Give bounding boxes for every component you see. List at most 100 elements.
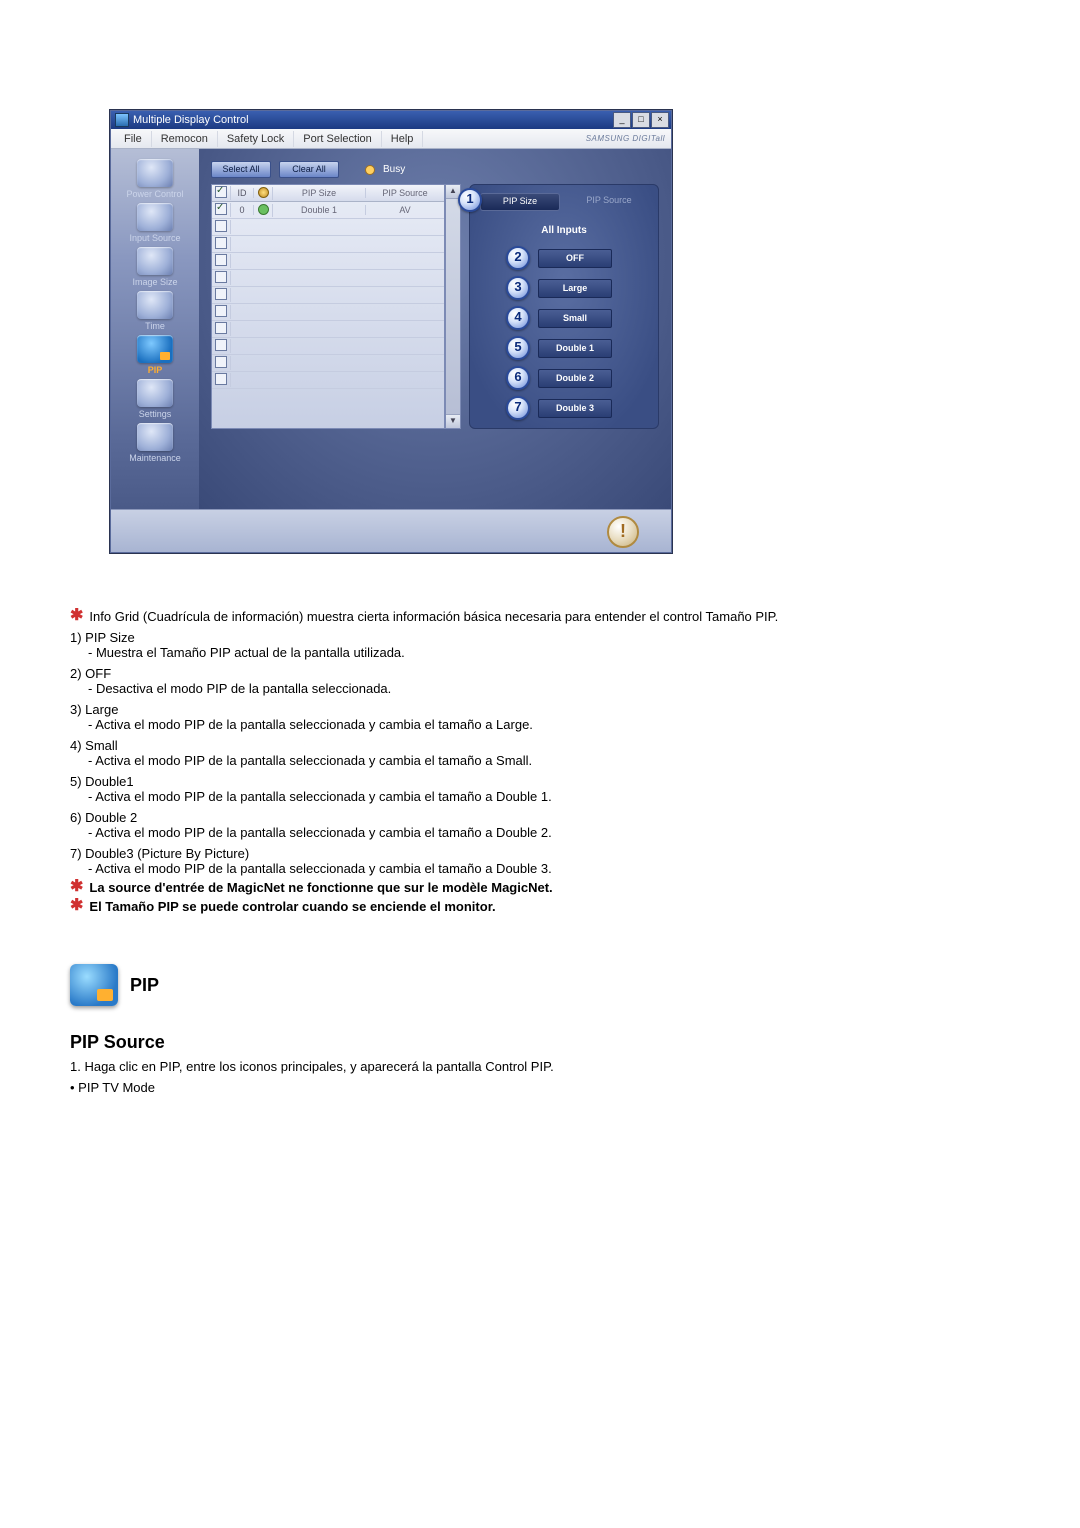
select-all-checkbox[interactable] — [215, 186, 227, 198]
row-checkbox[interactable] — [215, 220, 227, 232]
documentation: ✱ Info Grid (Cuadrícula de información) … — [70, 609, 1010, 1095]
app-window: Multiple Display Control _ □ × File Remo… — [110, 110, 672, 553]
callout-2: 2 — [506, 246, 530, 270]
callout-3: 3 — [506, 276, 530, 300]
callout-6: 6 — [506, 366, 530, 390]
tab-pip-size[interactable]: PIP Size — [480, 193, 560, 211]
sidebar-item-label: Settings — [111, 409, 199, 419]
row-checkbox[interactable] — [215, 322, 227, 334]
row-checkbox[interactable] — [215, 237, 227, 249]
time-icon — [137, 291, 173, 319]
sidebar-item-image-size[interactable]: Image Size — [111, 247, 199, 287]
close-button[interactable]: × — [651, 112, 669, 128]
doc-item-1: 1) PIP Size - Muestra el Tamaño PIP actu… — [70, 630, 1010, 660]
row-checkbox[interactable] — [215, 203, 227, 215]
row-checkbox[interactable] — [215, 373, 227, 385]
off-button[interactable]: OFF — [538, 249, 612, 268]
small-button[interactable]: Small — [538, 309, 612, 328]
grid-row[interactable] — [212, 355, 444, 372]
row-checkbox[interactable] — [215, 271, 227, 283]
doc-item-3: 3) Large - Activa el modo PIP de la pant… — [70, 702, 1010, 732]
sidebar-item-maintenance[interactable]: Maintenance — [111, 423, 199, 463]
star-icon: ✱ — [70, 609, 83, 624]
subheading-pip-source: PIP Source — [70, 1032, 1010, 1053]
sidebar-item-label: Input Source — [111, 233, 199, 243]
tab-pip-source[interactable]: PIP Source — [570, 193, 648, 209]
star-icon: ✱ — [70, 899, 83, 914]
grid-scrollbar[interactable]: ▲ ▼ — [445, 184, 461, 429]
info-grid: ID PIP Size PIP Source 0 Double 1 AV — [211, 184, 445, 429]
callout-7: 7 — [506, 396, 530, 420]
double2-button[interactable]: Double 2 — [538, 369, 612, 388]
sidebar-item-label: Image Size — [111, 277, 199, 287]
titlebar: Multiple Display Control _ □ × — [111, 111, 671, 129]
row-checkbox[interactable] — [215, 288, 227, 300]
grid-row[interactable] — [212, 304, 444, 321]
row-pip-source: AV — [366, 205, 444, 215]
scroll-down-icon[interactable]: ▼ — [446, 414, 460, 428]
sidebar-item-input-source[interactable]: Input Source — [111, 203, 199, 243]
grid-row[interactable] — [212, 338, 444, 355]
maintenance-icon — [137, 423, 173, 451]
menu-remocon[interactable]: Remocon — [152, 131, 218, 147]
row-id: 0 — [231, 205, 254, 215]
double3-button[interactable]: Double 3 — [538, 399, 612, 418]
row-checkbox[interactable] — [215, 254, 227, 266]
menu-port-selection[interactable]: Port Selection — [294, 131, 381, 147]
minimize-button[interactable]: _ — [613, 112, 631, 128]
option-large: 3 Large — [506, 276, 648, 300]
select-all-button[interactable]: Select All — [211, 161, 271, 178]
large-button[interactable]: Large — [538, 279, 612, 298]
grid-header-id: ID — [231, 188, 254, 198]
row-checkbox[interactable] — [215, 356, 227, 368]
option-double3: 7 Double 3 — [506, 396, 648, 420]
bullet-pip-tv-mode: • PIP TV Mode — [70, 1080, 1010, 1095]
grid-header-row: ID PIP Size PIP Source — [212, 185, 444, 202]
sidebar-item-settings[interactable]: Settings — [111, 379, 199, 419]
doc-item-4: 4) Small - Activa el modo PIP de la pant… — [70, 738, 1010, 768]
busy-indicator-icon — [365, 165, 375, 175]
menubar: File Remocon Safety Lock Port Selection … — [111, 129, 671, 149]
grid-row[interactable] — [212, 287, 444, 304]
busy-label: Busy — [383, 164, 405, 175]
section-title: PIP — [130, 975, 159, 996]
sidebar-item-label: PIP — [111, 365, 199, 375]
sidebar-item-label: Maintenance — [111, 453, 199, 463]
sidebar-item-time[interactable]: Time — [111, 291, 199, 331]
double1-button[interactable]: Double 1 — [538, 339, 612, 358]
grid-row[interactable] — [212, 219, 444, 236]
pip-icon — [70, 964, 118, 1006]
grid-row[interactable] — [212, 372, 444, 389]
grid-row[interactable]: 0 Double 1 AV — [212, 202, 444, 219]
note-2: El Tamaño PIP se puede controlar cuando … — [89, 899, 495, 914]
row-checkbox[interactable] — [215, 305, 227, 317]
option-double2: 6 Double 2 — [506, 366, 648, 390]
row-checkbox[interactable] — [215, 339, 227, 351]
option-small: 4 Small — [506, 306, 648, 330]
menu-safety-lock[interactable]: Safety Lock — [218, 131, 294, 147]
settings-icon — [137, 379, 173, 407]
sidebar-item-power-control[interactable]: Power Control — [111, 159, 199, 199]
sidebar-item-pip[interactable]: PIP — [111, 335, 199, 375]
image-size-icon — [137, 247, 173, 275]
note-1: La source d'entrée de MagicNet ne foncti… — [89, 880, 552, 895]
doc-item-5: 5) Double1 - Activa el modo PIP de la pa… — [70, 774, 1010, 804]
maximize-button[interactable]: □ — [632, 112, 650, 128]
row-pip-size: Double 1 — [273, 205, 366, 215]
app-icon — [115, 113, 129, 127]
status-header-icon — [258, 187, 269, 198]
grid-row[interactable] — [212, 236, 444, 253]
grid-row[interactable] — [212, 270, 444, 287]
sidebar: Power Control Input Source Image Size Ti… — [111, 149, 199, 509]
menu-help[interactable]: Help — [382, 131, 424, 147]
option-double1: 5 Double 1 — [506, 336, 648, 360]
callout-1: 1 — [458, 188, 482, 212]
grid-row[interactable] — [212, 321, 444, 338]
sidebar-item-label: Time — [111, 321, 199, 331]
brand-label: SAMSUNG DIGITall — [586, 134, 671, 143]
row-status-icon — [258, 204, 269, 215]
menu-file[interactable]: File — [115, 131, 152, 147]
grid-row[interactable] — [212, 253, 444, 270]
clear-all-button[interactable]: Clear All — [279, 161, 339, 178]
grid-header-pip-size: PIP Size — [273, 188, 366, 198]
